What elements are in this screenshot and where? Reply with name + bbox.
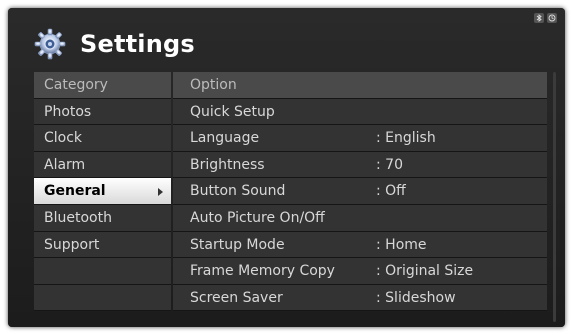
option-value: : English xyxy=(376,130,436,147)
option-row-screen-saver[interactable]: Screen Saver : Slideshow xyxy=(173,284,547,312)
category-header: Category xyxy=(34,72,171,99)
chevron-right-icon xyxy=(158,188,163,197)
category-item-photos[interactable]: Photos xyxy=(34,98,171,126)
option-row-auto-picture[interactable]: Auto Picture On/Off xyxy=(173,204,547,232)
clock-icon xyxy=(547,13,557,23)
option-list: Option Quick Setup Language : English Br… xyxy=(173,72,547,312)
scrollbar[interactable] xyxy=(553,72,556,322)
option-label: Auto Picture On/Off xyxy=(190,209,325,226)
category-item-bluetooth[interactable]: Bluetooth xyxy=(34,204,171,232)
category-list: Category Photos Clock Alarm General Blue… xyxy=(34,72,171,312)
category-item-clock[interactable]: Clock xyxy=(34,125,171,152)
page-header: Settings xyxy=(34,22,195,66)
option-row-quick-setup[interactable]: Quick Setup xyxy=(173,98,547,126)
option-value: : Off xyxy=(376,183,406,200)
category-empty-row xyxy=(34,284,171,312)
option-value: : Slideshow xyxy=(376,289,456,306)
page-title: Settings xyxy=(80,30,195,58)
option-row-frame-memory-copy[interactable]: Frame Memory Copy : Original Size xyxy=(173,258,547,285)
option-value: : Original Size xyxy=(376,263,474,280)
option-label: Screen Saver xyxy=(190,289,283,306)
option-row-brightness[interactable]: Brightness : 70 xyxy=(173,151,547,179)
status-bar xyxy=(534,13,557,23)
settings-gear-icon xyxy=(34,28,66,60)
category-item-support[interactable]: Support xyxy=(34,231,171,259)
category-item-label: General xyxy=(44,183,106,200)
option-row-button-sound[interactable]: Button Sound : Off xyxy=(173,178,547,205)
option-label: Button Sound xyxy=(190,183,286,200)
option-value: : 70 xyxy=(376,156,403,173)
option-label: Quick Setup xyxy=(190,103,275,120)
category-empty-row xyxy=(34,258,171,285)
window-body: Settings Category Photos Clock Alarm Gen… xyxy=(8,8,565,327)
bluetooth-icon xyxy=(534,13,544,23)
settings-window: Settings Category Photos Clock Alarm Gen… xyxy=(8,8,565,327)
option-row-startup-mode[interactable]: Startup Mode : Home xyxy=(173,231,547,259)
option-label: Language xyxy=(190,130,260,147)
option-label: Startup Mode xyxy=(190,236,285,253)
category-item-alarm[interactable]: Alarm xyxy=(34,151,171,179)
option-label: Frame Memory Copy xyxy=(190,263,335,280)
option-header: Option xyxy=(173,72,547,99)
category-item-general[interactable]: General xyxy=(34,178,171,205)
option-row-language[interactable]: Language : English xyxy=(173,125,547,152)
option-value: : Home xyxy=(376,236,427,253)
option-label: Brightness xyxy=(190,156,265,173)
